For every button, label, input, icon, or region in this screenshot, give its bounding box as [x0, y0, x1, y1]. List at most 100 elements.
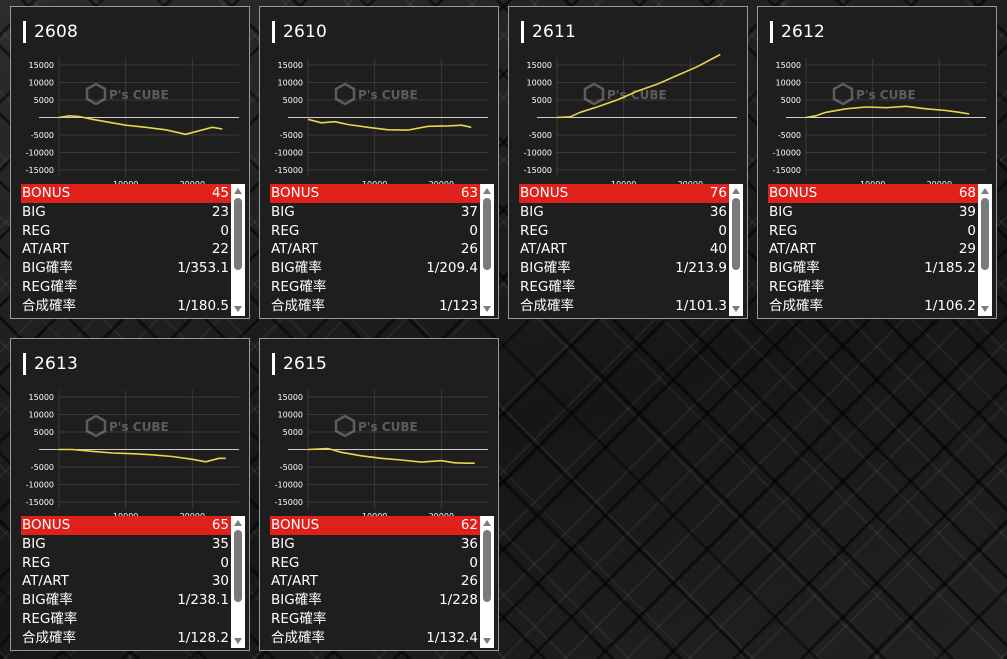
value-big-rate: 1/238.1 — [177, 592, 229, 609]
machine-card[interactable]: 2611 P's CUBE 15000 10000 5000 -5000 -10000 -1… — [508, 6, 748, 319]
machine-card[interactable]: 2613 P's CUBE 15000 10000 5000 -5000 -10000 -1… — [10, 338, 250, 651]
y-tick-label: -15000 — [26, 166, 54, 175]
scroll-up-arrow-icon[interactable] — [483, 520, 491, 526]
y-tick-label: 15000 — [776, 61, 801, 70]
value-at-art: 26 — [460, 573, 478, 590]
scroll-down-arrow-icon[interactable] — [234, 306, 242, 312]
y-tick-label: -5000 — [529, 131, 552, 140]
value-big: 23 — [211, 203, 229, 220]
scroll-thumb[interactable] — [234, 198, 242, 270]
value-combined-rate: 1/128.2 — [177, 629, 229, 646]
label-reg-rate: REG確率 — [769, 278, 825, 295]
scroll-down-arrow-icon[interactable] — [732, 306, 740, 312]
stats-scrollbar[interactable] — [231, 516, 245, 648]
row-big: BIG 39 — [768, 203, 978, 222]
scroll-thumb[interactable] — [981, 198, 989, 270]
row-reg-rate: REG確率 — [270, 278, 480, 297]
label-big-rate: BIG確率 — [22, 260, 73, 277]
watermark-hexagon-icon — [334, 414, 356, 438]
value-combined-rate: 1/180.5 — [177, 297, 229, 314]
stats-scrollbar[interactable] — [480, 516, 494, 648]
scroll-down-arrow-icon[interactable] — [234, 638, 242, 644]
stats-scrollbar[interactable] — [978, 184, 992, 316]
row-bonus: BONUS 63 — [270, 184, 480, 203]
watermark-logo: P's CUBE — [334, 414, 418, 438]
card-header: 2610 — [272, 21, 327, 43]
stats-list: BONUS 76 BIG 36 REG 0 AT/ART 40 BIG確率 1/… — [519, 184, 729, 316]
value-combined-rate: 1/123 — [439, 297, 478, 314]
machine-card[interactable]: 2612 P's CUBE 15000 10000 5000 -5000 -10000 -1… — [757, 6, 997, 319]
value-big-rate: 1/228 — [439, 592, 478, 609]
stats-panel: BONUS 68 BIG 39 REG 0 AT/ART 29 BIG確率 1/… — [768, 184, 992, 316]
scroll-up-arrow-icon[interactable] — [732, 188, 740, 194]
label-bonus: BONUS — [769, 185, 818, 201]
stats-scrollbar[interactable] — [480, 184, 494, 316]
label-combined-rate: 合成確率 — [520, 297, 574, 314]
machine-number[interactable]: 2615 — [283, 354, 327, 374]
scroll-up-arrow-icon[interactable] — [234, 188, 242, 194]
value-reg: 0 — [967, 222, 976, 239]
value-reg: 0 — [718, 222, 727, 239]
y-tick-label: -5000 — [778, 131, 801, 140]
label-reg: REG — [271, 554, 300, 571]
payout-line — [307, 447, 475, 464]
scroll-thumb[interactable] — [234, 530, 242, 602]
row-bonus: BONUS 65 — [21, 516, 231, 535]
label-at-art: AT/ART — [22, 241, 69, 258]
stats-scrollbar[interactable] — [231, 184, 245, 316]
machine-number[interactable]: 2612 — [781, 22, 825, 42]
y-tick-label: 5000 — [283, 96, 303, 105]
row-big-rate: BIG確率 1/185.2 — [768, 259, 978, 278]
scroll-down-arrow-icon[interactable] — [483, 306, 491, 312]
scroll-up-arrow-icon[interactable] — [483, 188, 491, 194]
label-reg: REG — [22, 222, 51, 239]
label-at-art: AT/ART — [22, 573, 69, 590]
value-bonus: 65 — [211, 517, 229, 533]
row-at-art: AT/ART 30 — [21, 572, 231, 591]
machine-number[interactable]: 2613 — [34, 354, 78, 374]
label-bonus: BONUS — [271, 185, 320, 201]
stats-scrollbar[interactable] — [729, 184, 743, 316]
label-reg-rate: REG確率 — [22, 610, 78, 627]
label-reg: REG — [271, 222, 300, 239]
watermark-text: P's CUBE — [109, 420, 169, 434]
row-combined-rate: 合成確率 1/106.2 — [768, 297, 978, 316]
machine-card[interactable]: 2610 P's CUBE 15000 10000 5000 -5000 -10000 -1… — [259, 6, 499, 319]
title-accent-bar — [23, 353, 26, 375]
row-reg: REG 0 — [519, 222, 729, 241]
y-tick-label: -15000 — [26, 498, 54, 507]
value-big: 36 — [460, 535, 478, 552]
label-at-art: AT/ART — [520, 241, 567, 258]
value-big-rate: 1/209.4 — [426, 260, 478, 277]
watermark-text: P's CUBE — [358, 88, 418, 102]
watermark-hexagon-icon — [85, 82, 107, 106]
scroll-down-arrow-icon[interactable] — [483, 638, 491, 644]
machine-number[interactable]: 2608 — [34, 22, 78, 42]
machine-number[interactable]: 2611 — [532, 22, 576, 42]
scroll-thumb[interactable] — [483, 198, 491, 270]
payout-graph: P's CUBE15000100005000-5000-10000-150001… — [26, 390, 239, 519]
label-reg-rate: REG確率 — [271, 610, 327, 627]
y-tick-label: 10000 — [278, 79, 303, 88]
label-big: BIG — [271, 203, 295, 220]
row-bonus: BONUS 45 — [21, 184, 231, 203]
row-big: BIG 36 — [519, 203, 729, 222]
row-reg-rate: REG確率 — [519, 278, 729, 297]
label-reg: REG — [520, 222, 549, 239]
watermark-hexagon-icon — [583, 82, 605, 106]
y-tick-label: 15000 — [278, 61, 303, 70]
scroll-up-arrow-icon[interactable] — [234, 520, 242, 526]
scroll-thumb[interactable] — [483, 530, 491, 602]
scroll-up-arrow-icon[interactable] — [981, 188, 989, 194]
scroll-down-arrow-icon[interactable] — [981, 306, 989, 312]
watermark-text: P's CUBE — [109, 88, 169, 102]
scroll-thumb[interactable] — [732, 198, 740, 270]
value-big-rate: 1/185.2 — [924, 260, 976, 277]
machine-card[interactable]: 2615 P's CUBE 15000 10000 5000 -5000 -10000 -1… — [259, 338, 499, 651]
machine-card[interactable]: 2608 P's CUBE 15000 10000 5000 -5000 -10000 -1… — [10, 6, 250, 319]
label-combined-rate: 合成確率 — [271, 297, 325, 314]
y-tick-label: 10000 — [278, 411, 303, 420]
watermark-text: P's CUBE — [358, 420, 418, 434]
value-big-rate: 1/213.9 — [675, 260, 727, 277]
machine-number[interactable]: 2610 — [283, 22, 327, 42]
